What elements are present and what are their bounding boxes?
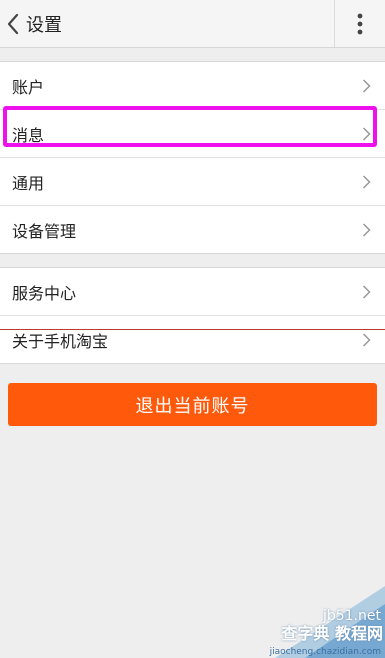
settings-item-service-center[interactable]: 服务中心 xyxy=(0,268,385,316)
settings-item-label: 服务中心 xyxy=(12,283,77,303)
settings-item-label: 账户 xyxy=(12,77,45,97)
back-button[interactable]: 设置 xyxy=(0,0,120,47)
chevron-left-icon xyxy=(7,13,19,34)
chevron-right-icon xyxy=(362,222,371,237)
chevron-right-icon xyxy=(362,78,371,93)
chevron-right-icon xyxy=(362,284,371,299)
settings-item-label: 通用 xyxy=(12,173,45,193)
app-header: 设置 xyxy=(0,0,385,48)
divider-line xyxy=(0,329,385,330)
watermark-line-3: jiaocheng.chazidian.com xyxy=(269,647,381,657)
logout-button[interactable]: 退出当前账号 xyxy=(8,383,377,426)
more-menu-button[interactable] xyxy=(334,0,385,47)
settings-item-general[interactable]: 通用 xyxy=(0,158,385,206)
watermark-line-2: 查字典 教程网 xyxy=(281,624,383,643)
more-vertical-icon xyxy=(357,13,363,34)
settings-item-about[interactable]: 关于手机淘宝 xyxy=(0,316,385,363)
logout-button-label: 退出当前账号 xyxy=(135,395,250,417)
settings-group-service: 服务中心 关于手机淘宝 xyxy=(0,267,385,364)
chevron-right-icon xyxy=(362,332,371,347)
settings-item-label: 关于手机淘宝 xyxy=(12,331,109,351)
settings-group-account: 账户 消息 通用 设备管理 xyxy=(0,61,385,254)
page-title: 设置 xyxy=(26,14,62,36)
watermark: jb51.net 查字典 教程网 jiaocheng.chazidian.com xyxy=(245,586,385,658)
settings-item-account[interactable]: 账户 xyxy=(0,62,385,110)
settings-item-device-management[interactable]: 设备管理 xyxy=(0,206,385,253)
settings-item-label: 设备管理 xyxy=(12,221,77,241)
chevron-right-icon xyxy=(362,174,371,189)
highlight-box xyxy=(3,106,377,147)
